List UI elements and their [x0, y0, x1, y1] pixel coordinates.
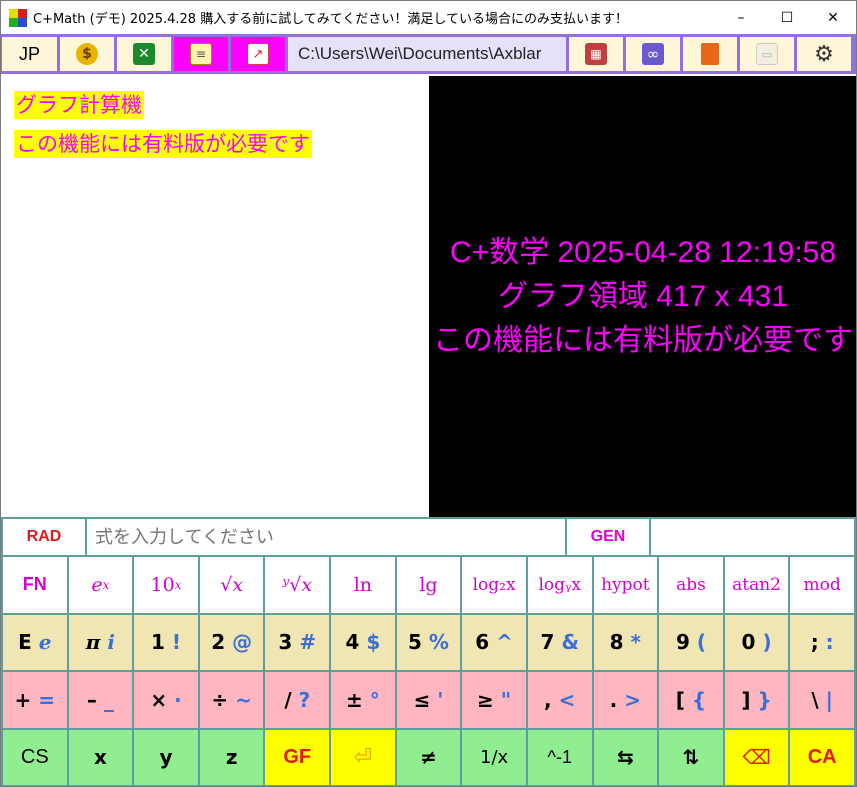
- money-button[interactable]: $: [59, 36, 115, 72]
- key-comma[interactable]: , <: [527, 672, 592, 728]
- excel-icon: ✕: [133, 43, 155, 65]
- key-clear-all[interactable]: CA: [790, 729, 854, 785]
- key-fn[interactable]: FN: [3, 557, 67, 613]
- key-semicolon[interactable]: ; :: [790, 614, 854, 670]
- key-sqrt[interactable]: √x: [199, 557, 264, 613]
- key-E[interactable]: E e: [3, 614, 67, 670]
- maximize-button[interactable]: ☐: [764, 1, 810, 34]
- book-button[interactable]: [682, 36, 738, 72]
- path-field[interactable]: C:\Users\Wei\Documents\Axblar: [287, 36, 567, 72]
- gen-button[interactable]: GEN: [567, 519, 649, 555]
- calculator-button[interactable]: ▦: [568, 36, 624, 72]
- calculator-icon: ▦: [585, 43, 607, 65]
- key-right-bracket[interactable]: ] }: [724, 672, 789, 728]
- key-2[interactable]: 2 @: [199, 614, 264, 670]
- key-slash[interactable]: / ?: [265, 672, 330, 728]
- angle-mode-button[interactable]: RAD: [3, 519, 85, 555]
- info-pane: グラフ計算機 この機能には有料版が必要です: [2, 76, 429, 517]
- key-exp-e[interactable]: ex: [68, 557, 133, 613]
- key-plus[interactable]: + =: [3, 672, 67, 728]
- key-lg[interactable]: lg: [396, 557, 461, 613]
- key-less-equal[interactable]: ≤ ': [396, 672, 461, 728]
- key-left-bracket[interactable]: [ {: [659, 672, 723, 728]
- key-8[interactable]: 8 *: [593, 614, 658, 670]
- expression-input[interactable]: [87, 519, 565, 555]
- key-y[interactable]: y: [134, 729, 198, 785]
- app-window: C+Math (デモ) 2025.4.28 購入する前に試してみてください！満足…: [0, 0, 857, 787]
- graph-timestamp: C+数学 2025-04-28 12:19:58: [449, 235, 837, 269]
- gear-icon: ⚙: [814, 41, 834, 67]
- image-button[interactable]: ▭: [739, 36, 795, 72]
- key-clear-screen[interactable]: CS: [3, 729, 67, 785]
- paid-notice: この機能には有料版が必要です: [14, 130, 312, 158]
- key-logy[interactable]: logᵧx: [527, 557, 592, 613]
- key-log2[interactable]: log₂x: [462, 557, 526, 613]
- key-abs[interactable]: abs: [659, 557, 723, 613]
- key-1[interactable]: 1 !: [134, 614, 198, 670]
- language-button[interactable]: JP: [1, 36, 58, 72]
- title-bar: C+Math (デモ) 2025.4.28 購入する前に試してみてください！満足…: [1, 1, 856, 34]
- key-mod[interactable]: mod: [790, 557, 854, 613]
- key-9[interactable]: 9 (: [659, 614, 723, 670]
- key-3[interactable]: 3 #: [265, 614, 330, 670]
- chart-button[interactable]: ↗: [230, 36, 286, 72]
- key-0[interactable]: 0 ): [724, 614, 789, 670]
- infinity-icon: ∞: [642, 43, 664, 65]
- key-x[interactable]: x: [68, 729, 133, 785]
- settings-button[interactable]: ⚙: [796, 36, 852, 72]
- key-greater-equal[interactable]: ≥ ": [462, 672, 526, 728]
- graph-area[interactable]: C+数学 2025-04-28 12:19:58 グラフ領域 417 x 431…: [429, 76, 856, 517]
- graph-paid-notice: この機能には有料版が必要です: [433, 323, 853, 357]
- key-nth-root[interactable]: ʸ√x: [265, 557, 330, 613]
- book-icon: [701, 43, 719, 65]
- input-row: RAD GEN: [1, 517, 856, 557]
- app-icon: [9, 8, 27, 27]
- chart-icon: ↗: [247, 43, 269, 65]
- key-divide[interactable]: ÷ ~: [199, 672, 264, 728]
- notepad-button[interactable]: ≡: [173, 36, 229, 72]
- key-z[interactable]: z: [199, 729, 264, 785]
- keypad: FN ex 10 x √x ʸ√x ln lg log₂x logᵧx hypot…: [1, 557, 856, 786]
- key-4[interactable]: 4 $: [331, 614, 395, 670]
- infinity-button[interactable]: ∞: [625, 36, 681, 72]
- key-7[interactable]: 7 &: [527, 614, 592, 670]
- key-not-equal[interactable]: ≠: [396, 729, 461, 785]
- key-swap-vertical[interactable]: ⇅: [659, 729, 723, 785]
- window-controls: – ☐ ✕: [718, 1, 856, 34]
- key-backspace[interactable]: ⌫: [724, 729, 789, 785]
- key-exp-10[interactable]: 10 x: [134, 557, 198, 613]
- image-icon: ▭: [756, 43, 778, 65]
- key-enter[interactable]: ⏎: [331, 729, 395, 785]
- excel-button[interactable]: ✕: [116, 36, 172, 72]
- key-6[interactable]: 6 ^: [462, 614, 526, 670]
- close-button[interactable]: ✕: [810, 1, 856, 34]
- key-swap-horizontal[interactable]: ⇆: [593, 729, 658, 785]
- result-field: [651, 519, 854, 555]
- toolbar: JP $ ✕ ≡ ↗ C:\Users\Wei\Documents\Axblar…: [1, 34, 856, 74]
- key-reciprocal[interactable]: 1/x: [462, 729, 526, 785]
- window-title: C+Math (デモ) 2025.4.28 購入する前に試してみてください！満足…: [33, 12, 629, 27]
- key-inverse[interactable]: ^-1: [527, 729, 592, 785]
- key-plus-minus[interactable]: ± °: [331, 672, 395, 728]
- minimize-button[interactable]: –: [718, 1, 764, 34]
- notepad-icon: ≡: [190, 43, 212, 65]
- key-multiply[interactable]: × ·: [134, 672, 198, 728]
- key-pi[interactable]: π i: [68, 614, 133, 670]
- key-backslash[interactable]: \ |: [790, 672, 854, 728]
- key-5[interactable]: 5 %: [396, 614, 461, 670]
- key-hypot[interactable]: hypot: [593, 557, 658, 613]
- key-atan2[interactable]: atan2: [724, 557, 789, 613]
- key-period[interactable]: . >: [593, 672, 658, 728]
- key-graph[interactable]: GF: [265, 729, 330, 785]
- key-ln[interactable]: ln: [331, 557, 395, 613]
- feature-title: グラフ計算機: [14, 91, 144, 119]
- key-minus[interactable]: – _: [68, 672, 133, 728]
- money-bag-icon: $: [76, 43, 98, 65]
- graph-size: グラフ領域 417 x 431: [497, 279, 789, 313]
